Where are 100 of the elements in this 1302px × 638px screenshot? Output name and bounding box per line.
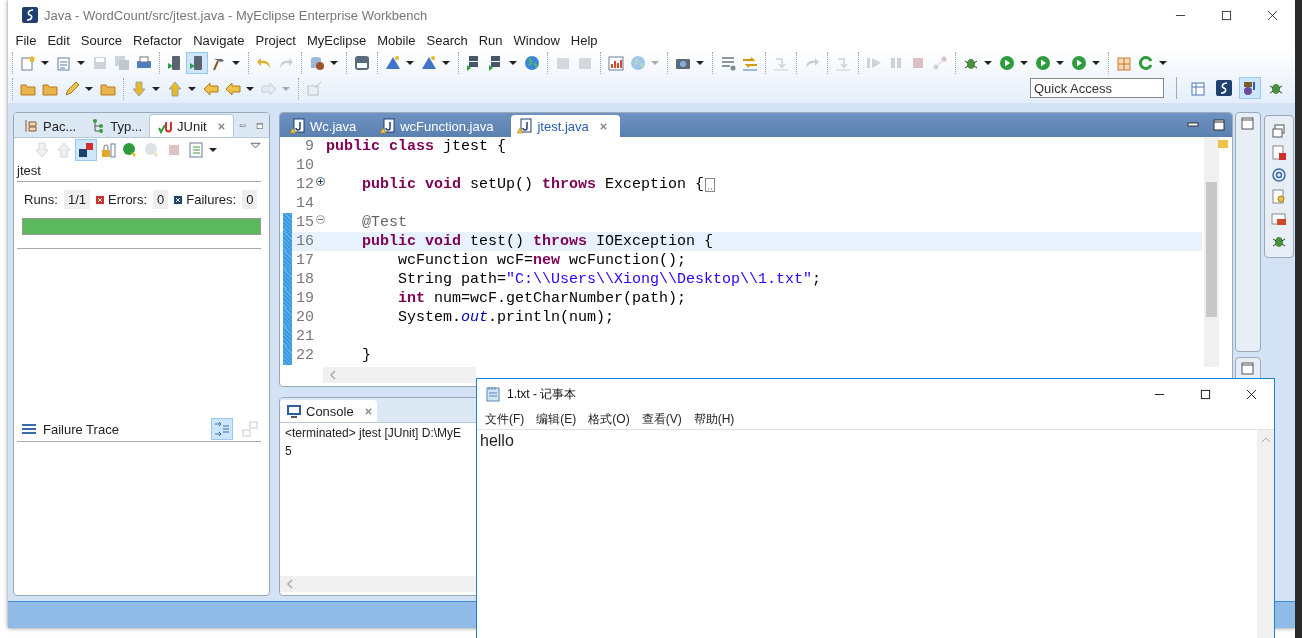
scrollbar[interactable] xyxy=(1257,430,1274,638)
printer-icon xyxy=(136,55,152,71)
menu-item[interactable]: 查看(V) xyxy=(635,410,688,428)
line-number: 14 xyxy=(295,195,314,212)
rerun-icon xyxy=(122,142,138,158)
window-title: 1.txt - 记事本 xyxy=(507,385,577,403)
menu-item[interactable]: Search xyxy=(421,32,474,48)
perspective-button[interactable] xyxy=(1239,77,1261,99)
dropdown-caret-icon[interactable] xyxy=(1092,61,1100,65)
line-number: 12 xyxy=(295,176,314,193)
dropdown-caret-icon[interactable] xyxy=(209,148,217,152)
folder-icon xyxy=(42,81,58,97)
view-tab[interactable]: JUnit xyxy=(149,114,234,137)
failure-trace-title: Failure Trace xyxy=(43,421,119,437)
menu-item[interactable]: Mobile xyxy=(371,32,422,48)
perspective-button[interactable] xyxy=(1213,77,1235,99)
view-menu-icon[interactable] xyxy=(250,142,261,150)
dropdown-caret-icon[interactable] xyxy=(1020,61,1028,65)
menu-item[interactable]: 编辑(E) xyxy=(530,410,583,428)
line-number: 21 xyxy=(295,328,314,345)
view-tab[interactable]: Typ... xyxy=(83,115,150,137)
console-line: <terminated> jtest [JUnit] D:\MyE xyxy=(285,426,462,442)
dropdown-caret-icon[interactable] xyxy=(696,61,704,65)
dropdown-caret-icon[interactable] xyxy=(41,61,49,65)
dropdown-caret-icon[interactable] xyxy=(984,61,992,65)
editor-tab[interactable]: jtest.java xyxy=(511,115,620,137)
close-icon[interactable] xyxy=(363,406,373,416)
code-line: System.out.println(num); xyxy=(398,309,615,326)
code-line: int num=wcF.getCharNumber(path); xyxy=(398,290,687,307)
editor-tab[interactable]: wcFunction.java xyxy=(374,115,506,137)
box-icon xyxy=(555,55,571,71)
restore-icon[interactable] xyxy=(1240,361,1256,377)
line-number: 22 xyxy=(295,347,314,364)
close-icon[interactable] xyxy=(598,121,608,131)
line-number: 20 xyxy=(295,309,314,326)
menu-item[interactable]: MyEclipse xyxy=(301,32,372,48)
dropdown-caret-icon[interactable] xyxy=(330,61,338,65)
menu-item[interactable]: Project xyxy=(250,32,302,48)
menu-item[interactable]: Refactor xyxy=(127,32,188,48)
scrollbar[interactable] xyxy=(1204,137,1219,367)
close-icon xyxy=(1266,9,1278,21)
list-icon xyxy=(188,142,204,158)
dropdown-caret-icon[interactable] xyxy=(246,87,254,91)
dropdown-caret-icon[interactable] xyxy=(1159,61,1167,65)
dropdown-caret-icon[interactable] xyxy=(85,87,93,91)
menu-item[interactable]: Source xyxy=(75,32,128,48)
scroll-up-icon[interactable] xyxy=(1260,437,1271,443)
filter-button[interactable] xyxy=(211,418,233,440)
menu-item[interactable]: Edit xyxy=(41,32,76,48)
menu-item[interactable]: 文件(F) xyxy=(479,410,531,428)
horizontal-scrollbar[interactable] xyxy=(280,576,476,592)
view-icon xyxy=(23,118,39,134)
code-line: String path="C:\\Users\\Xiong\\Desktop\\1.txt"; xyxy=(398,271,822,288)
scroll-left-icon[interactable] xyxy=(286,579,294,589)
editor-tab[interactable]: Wc.java xyxy=(284,115,369,137)
close-icon[interactable] xyxy=(216,121,226,131)
error-log-icon[interactable] xyxy=(1271,145,1287,161)
dropdown-caret-icon[interactable] xyxy=(77,61,85,65)
menu-item[interactable]: File xyxy=(10,32,42,48)
dropdown-caret-icon[interactable] xyxy=(442,61,450,65)
run-icon xyxy=(1035,55,1051,71)
menu-item[interactable]: Navigate xyxy=(187,32,250,48)
phone-icon xyxy=(189,55,205,71)
console-tab[interactable]: Console xyxy=(280,400,377,422)
dropdown-caret-icon[interactable] xyxy=(232,61,240,65)
quick-access-field[interactable]: Quick Access xyxy=(1030,78,1164,98)
grid-icon xyxy=(1116,55,1132,71)
expand-icon[interactable] xyxy=(315,177,325,186)
collapse-icon[interactable] xyxy=(315,215,325,224)
restore-icon[interactable] xyxy=(1240,116,1256,132)
dropdown-caret-icon[interactable] xyxy=(406,61,414,65)
dropdown-caret-icon[interactable] xyxy=(509,61,517,65)
menu-item[interactable]: 格式(O) xyxy=(582,410,636,428)
view-tab[interactable]: Pac... xyxy=(16,115,84,137)
folded-code-icon[interactable] xyxy=(705,176,716,193)
maximize-icon[interactable] xyxy=(1212,118,1226,132)
text-area[interactable]: hello xyxy=(477,430,1257,638)
java-file-icon xyxy=(517,118,534,134)
dropdown-caret-icon[interactable] xyxy=(188,87,196,91)
failure-icon xyxy=(174,195,183,204)
list-icon xyxy=(720,55,736,71)
dropdown-caret-icon[interactable] xyxy=(152,87,160,91)
dropdown-caret-icon[interactable] xyxy=(1056,61,1064,65)
stop-icon xyxy=(910,55,926,71)
scroll-left-icon[interactable] xyxy=(329,370,337,380)
menu-item[interactable]: Run xyxy=(473,32,509,48)
toolbar-button[interactable] xyxy=(75,139,97,161)
toolbar-button[interactable] xyxy=(186,52,208,74)
search-icon[interactable] xyxy=(1271,189,1287,205)
menu-item[interactable]: Window xyxy=(508,32,566,48)
horizontal-scrollbar[interactable] xyxy=(323,367,476,383)
counter-label: Failures: xyxy=(186,192,237,207)
step-icon xyxy=(773,55,789,71)
line-number: 19 xyxy=(295,290,314,307)
restore-icon[interactable] xyxy=(1271,123,1287,139)
menu-item[interactable]: 帮助(H) xyxy=(687,410,741,428)
menu-item[interactable]: Help xyxy=(565,32,604,48)
pause-icon xyxy=(888,55,904,71)
swap-icon xyxy=(742,55,758,71)
line-number: 9 xyxy=(304,138,314,155)
